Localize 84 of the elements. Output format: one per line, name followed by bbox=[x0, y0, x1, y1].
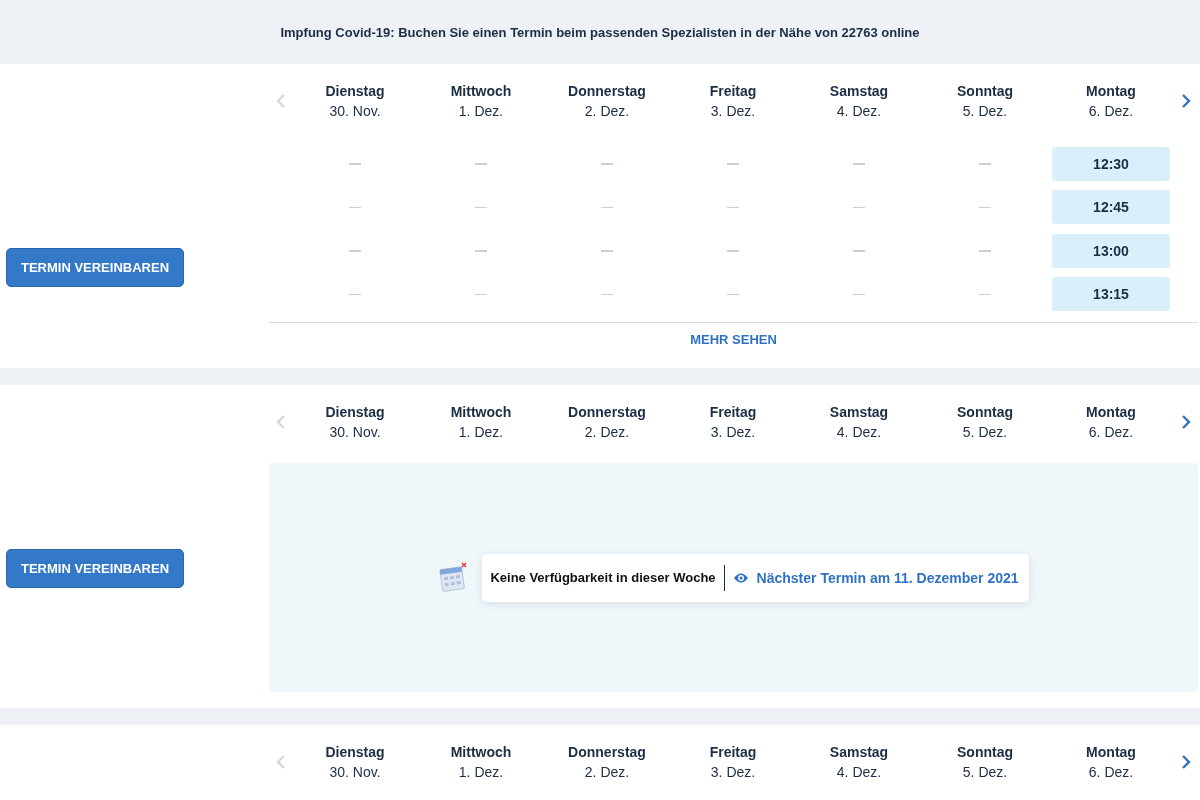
weekday-label: Mittwoch bbox=[449, 403, 513, 422]
date-label: 4. Dez. bbox=[835, 423, 883, 442]
date-label: 5. Dez. bbox=[961, 763, 1009, 782]
no-slot-dash bbox=[979, 163, 991, 165]
no-slot-dash bbox=[601, 163, 613, 165]
weekday-label: Sonntag bbox=[956, 743, 1014, 762]
weekday-label: Dienstag bbox=[324, 743, 386, 762]
date-label: 1. Dez. bbox=[457, 763, 505, 782]
weekday-label: Dienstag bbox=[324, 403, 386, 422]
date-label: 3. Dez. bbox=[709, 102, 757, 121]
date-label: 4. Dez. bbox=[835, 763, 883, 782]
book-appointment-button[interactable]: TERMIN VEREINBAREN bbox=[6, 248, 184, 287]
weekday-label: Freitag bbox=[708, 403, 758, 422]
weekday-label: Samstag bbox=[828, 403, 890, 422]
chevron-left-icon bbox=[275, 754, 286, 770]
no-slot-dash bbox=[853, 163, 865, 165]
no-slot-dash bbox=[349, 206, 361, 208]
no-slot-dash bbox=[349, 293, 361, 295]
no-slot-dash bbox=[601, 293, 613, 295]
no-slot-dash bbox=[475, 206, 487, 208]
calendar-icon bbox=[438, 561, 469, 594]
weekday-label: Samstag bbox=[828, 743, 890, 762]
no-slot-dash bbox=[349, 163, 361, 165]
no-slot-dash bbox=[475, 163, 487, 165]
no-slot-dash bbox=[475, 293, 487, 295]
time-slot-button[interactable]: 12:30 bbox=[1052, 146, 1170, 181]
weekday-label: Donnerstag bbox=[567, 403, 647, 422]
weekday-label: Mittwoch bbox=[449, 743, 513, 762]
date-label: 6. Dez. bbox=[1087, 423, 1135, 442]
date-label: 2. Dez. bbox=[583, 102, 631, 121]
time-slot-button[interactable]: 13:00 bbox=[1052, 233, 1170, 268]
weekday-label: Donnerstag bbox=[567, 743, 647, 762]
chevron-right-icon bbox=[1180, 414, 1191, 430]
weekday-label: Mittwoch bbox=[449, 82, 513, 101]
date-label: 30. Nov. bbox=[328, 763, 382, 782]
no-slot-dash bbox=[727, 293, 739, 295]
weekday-label: Montag bbox=[1085, 82, 1137, 101]
eye-icon bbox=[732, 571, 749, 584]
date-label: 1. Dez. bbox=[457, 423, 505, 442]
date-label: 2. Dez. bbox=[583, 763, 631, 782]
date-label: 30. Nov. bbox=[328, 423, 382, 442]
date-label: 1. Dez. bbox=[457, 102, 505, 121]
no-slot-dash bbox=[979, 250, 991, 252]
no-slot-dash bbox=[727, 250, 739, 252]
no-slot-dash bbox=[601, 250, 613, 252]
notice-text: Keine Verfügbarkeit in dieser Woche bbox=[490, 570, 716, 585]
book-appointment-button[interactable]: TERMIN VEREINBAREN bbox=[6, 549, 184, 588]
date-label: 5. Dez. bbox=[961, 423, 1009, 442]
no-slot-dash bbox=[727, 206, 739, 208]
show-more-link[interactable]: MEHR SEHEN bbox=[690, 332, 777, 347]
next-appointment-link[interactable]: Nächster Termin am 11. Dezember 2021 bbox=[732, 569, 1019, 586]
no-slot-dash bbox=[349, 250, 361, 252]
date-label: 6. Dez. bbox=[1087, 763, 1135, 782]
no-slot-dash bbox=[727, 163, 739, 165]
weekday-label: Montag bbox=[1085, 403, 1137, 422]
date-label: 3. Dez. bbox=[709, 763, 757, 782]
banner-text: Impfung Covid-19: Buchen Sie einen Termin beim passenden Spezialisten in der Nähe von 22763 online bbox=[280, 24, 920, 40]
date-label: 3. Dez. bbox=[709, 423, 757, 442]
date-label: 30. Nov. bbox=[328, 102, 382, 121]
date-label: 5. Dez. bbox=[961, 102, 1009, 121]
weekday-label: Freitag bbox=[708, 743, 758, 762]
date-label: 2. Dez. bbox=[583, 423, 631, 442]
date-label: 4. Dez. bbox=[835, 102, 883, 121]
no-slot-dash bbox=[853, 293, 865, 295]
no-slot-dash bbox=[475, 250, 487, 252]
weekday-label: Donnerstag bbox=[567, 82, 647, 101]
weekday-label: Sonntag bbox=[956, 403, 1014, 422]
weekday-label: Montag bbox=[1085, 743, 1137, 762]
chevron-right-icon bbox=[1180, 754, 1191, 770]
weekday-label: Dienstag bbox=[324, 82, 386, 101]
time-slot-button[interactable]: 13:15 bbox=[1052, 277, 1170, 312]
no-slot-dash bbox=[853, 250, 865, 252]
no-slot-dash bbox=[601, 206, 613, 208]
weekday-label: Freitag bbox=[708, 82, 758, 101]
weekday-label: Sonntag bbox=[956, 82, 1014, 101]
weekday-label: Samstag bbox=[828, 82, 890, 101]
chevron-right-icon bbox=[1180, 93, 1191, 109]
no-slot-dash bbox=[979, 206, 991, 208]
time-slot-button[interactable]: 12:45 bbox=[1052, 190, 1170, 225]
date-label: 6. Dez. bbox=[1087, 102, 1135, 121]
no-slot-dash bbox=[853, 206, 865, 208]
chevron-left-icon bbox=[275, 414, 286, 430]
chevron-left-icon bbox=[275, 93, 286, 109]
no-slot-dash bbox=[979, 293, 991, 295]
